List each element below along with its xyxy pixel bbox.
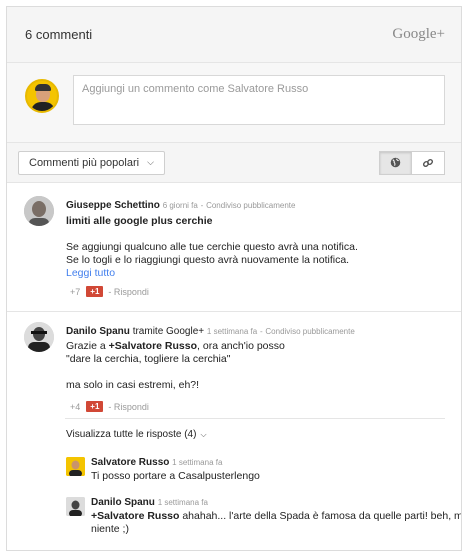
sort-dropdown[interactable]: Commenti più popolari ⌵ xyxy=(18,150,165,175)
comment-actions: +4 +1 - Rispondi xyxy=(70,401,149,412)
comment-line: "dare la cerchia, togliere la cerchia" xyxy=(66,353,231,365)
reply-author[interactable]: Danilo Spanu xyxy=(91,497,155,508)
avatar[interactable] xyxy=(24,196,54,226)
replies-toggle-label: Visualizza tutte le risposte (4) xyxy=(66,429,197,440)
reply-meta: Danilo Spanu 1 settimana fa xyxy=(91,496,208,510)
comment-time[interactable]: 1 settimana fa xyxy=(207,327,257,336)
comments-toolbar: Commenti più popolari ⌵ xyxy=(7,143,461,183)
comment-visibility: Condiviso pubblicamente xyxy=(206,201,296,210)
compose-area: Aggiungi un commento come Salvatore Russ… xyxy=(7,63,461,143)
comment-headline: limiti alle google plus cerchie xyxy=(66,215,213,227)
plus-count: +7 xyxy=(70,286,81,297)
reply-text: niente ;) xyxy=(91,523,129,535)
avatar[interactable] xyxy=(24,322,54,352)
comment-count: 6 commenti xyxy=(25,27,93,42)
chevron-down-icon: ⌵ xyxy=(147,157,154,167)
globe-view-button[interactable] xyxy=(379,150,412,175)
link-view-button[interactable] xyxy=(412,150,445,175)
comment-actions: +7 +1 - Rispondi xyxy=(70,286,149,297)
comment-via: tramite Google+ xyxy=(132,326,205,337)
mention-link[interactable]: +Salvatore Russo xyxy=(91,510,179,522)
comments-widget: 6 commenti Google+ Aggiungi un commento … xyxy=(6,6,462,551)
google-plus-logo: Google+ xyxy=(392,26,445,42)
reply-link[interactable]: Rispondi xyxy=(114,402,149,412)
reply-text: Ti posso portare a Casalpusterlengo xyxy=(91,470,260,482)
comment-visibility: Condiviso pubblicamente xyxy=(265,327,355,336)
plus-count: +4 xyxy=(70,401,81,412)
reply-meta: Salvatore Russo 1 settimana fa xyxy=(91,456,222,470)
reply-time[interactable]: 1 settimana fa xyxy=(172,458,222,467)
avatar[interactable] xyxy=(66,457,85,476)
avatar[interactable] xyxy=(66,497,85,516)
comments-header: 6 commenti Google+ xyxy=(7,7,461,63)
view-toggle-group xyxy=(379,150,445,175)
read-more-link[interactable]: Leggi tutto xyxy=(66,267,115,280)
plus-one-button[interactable]: +1 xyxy=(86,401,104,412)
divider xyxy=(65,418,445,419)
comment-line: Grazie a +Salvatore Russo, ora anch'io p… xyxy=(66,340,285,352)
comment-line: ma solo in casi estremi, eh?! xyxy=(66,379,200,391)
reply-author[interactable]: Salvatore Russo xyxy=(91,457,169,468)
comment-time[interactable]: 6 giorni fa xyxy=(163,201,198,210)
mention-link[interactable]: +Salvatore Russo xyxy=(109,340,197,352)
comment-meta: Giuseppe Schettino 6 giorni fa - Condivi… xyxy=(66,200,296,211)
sort-label: Commenti più popolari xyxy=(29,156,140,169)
globe-icon xyxy=(390,157,401,168)
comment-meta: Danilo Spanu tramite Google+ 1 settimana… xyxy=(66,326,355,337)
reply-text: +Salvatore Russo ahahah... l'arte della … xyxy=(91,510,462,522)
comment-author[interactable]: Danilo Spanu xyxy=(66,326,130,337)
chevron-down-icon: ⌵ xyxy=(200,430,207,439)
reply-link[interactable]: Rispondi xyxy=(114,287,149,297)
comment-line: Se aggiungi qualcuno alle tue cerchie qu… xyxy=(66,241,358,253)
reply-time[interactable]: 1 settimana fa xyxy=(158,498,208,507)
plus-one-button[interactable]: +1 xyxy=(86,286,104,297)
comment-input[interactable]: Aggiungi un commento come Salvatore Russ… xyxy=(73,75,445,125)
comment-line: Se lo togli e lo riaggiungi questo avrà … xyxy=(66,254,350,266)
link-icon xyxy=(422,158,434,167)
divider xyxy=(7,311,461,312)
show-all-replies-button[interactable]: Visualizza tutte le risposte (4) ⌵ xyxy=(66,429,207,440)
comment-author[interactable]: Giuseppe Schettino xyxy=(66,200,160,211)
current-user-avatar xyxy=(25,79,59,113)
